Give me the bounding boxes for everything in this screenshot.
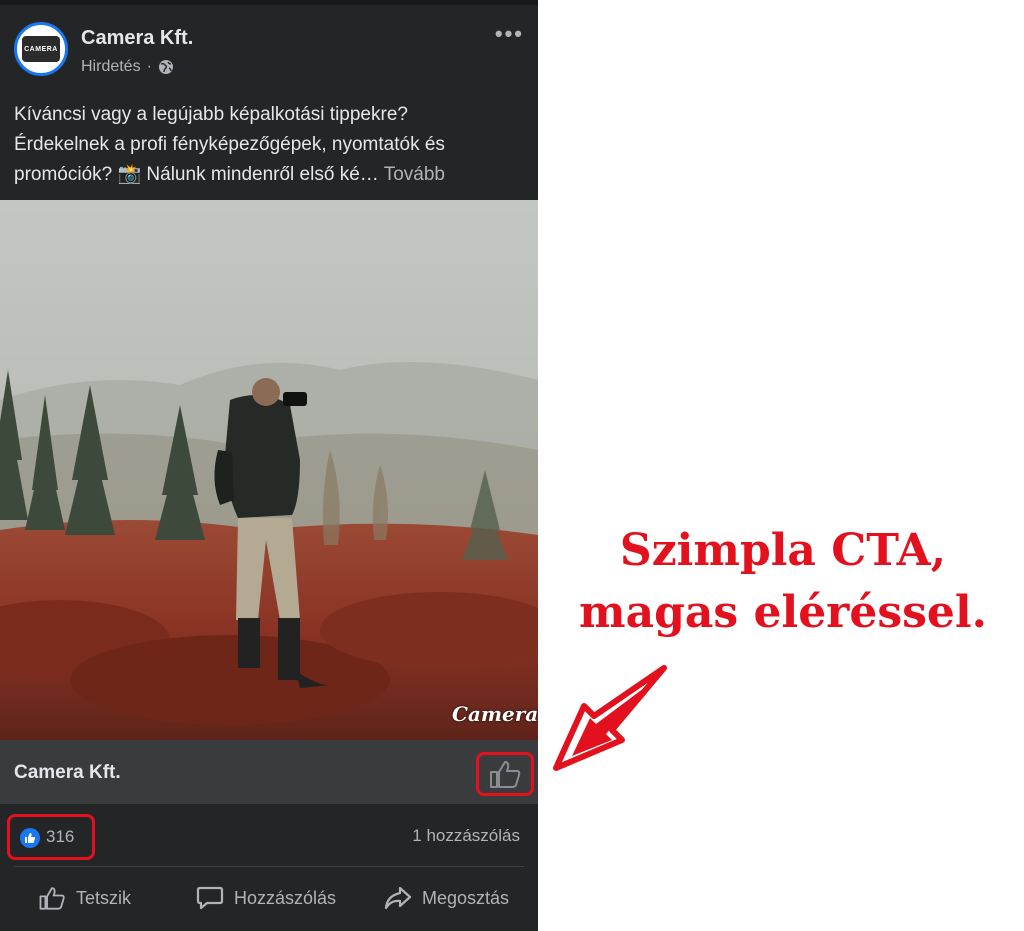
globe-icon — [158, 60, 173, 74]
post-actions-bar: Tetszik Hozzászólás Megosztás — [0, 867, 538, 931]
caption-line-1: Kíváncsi vagy a legújabb képalkotási tip… — [14, 104, 408, 125]
red-arrow-icon — [553, 665, 667, 771]
meta-separator: · — [146, 58, 152, 75]
comment-icon — [196, 886, 224, 910]
photo-watermark: Camera — [452, 702, 538, 726]
ad-photo[interactable]: Camera — [0, 200, 538, 740]
reactions-stats-row: 316 1 hozzászólás — [0, 804, 538, 866]
photographer-in-fog-image — [0, 200, 538, 740]
caption-line-2: Érdekelnek a profi fényképezőgépek, nyom… — [14, 134, 445, 155]
post-caption: Kíváncsi vagy a legújabb képalkotási tip… — [14, 100, 528, 190]
sponsored-label[interactable]: Hirdetés — [81, 58, 141, 76]
share-button[interactable]: Megosztás — [384, 885, 509, 911]
like-page-cta-button[interactable] — [476, 752, 534, 796]
annotation-text: Szimpla CTA, magas eléréssel. — [548, 520, 1018, 644]
page-name[interactable]: Camera Kft. — [81, 27, 193, 50]
post-header: CAMERA Camera Kft. Hirdetés · ••• — [14, 22, 524, 84]
likes-highlight-box[interactable]: 316 — [7, 814, 95, 860]
more-options-icon[interactable]: ••• — [495, 23, 524, 45]
link-preview-bar[interactable]: Camera Kft. — [0, 740, 538, 804]
annotation-line-2: magas eléréssel. — [579, 587, 987, 638]
thumbs-up-icon — [490, 761, 521, 788]
top-bar — [0, 0, 538, 5]
comment-button[interactable]: Hozzászólás — [196, 885, 336, 911]
comment-button-label: Hozzászólás — [234, 887, 337, 908]
camera-logo-icon: CAMERA — [22, 36, 60, 62]
link-title[interactable]: Camera Kft. — [14, 762, 121, 784]
post-meta: Hirdetés · — [81, 58, 174, 76]
comments-count[interactable]: 1 hozzászólás — [412, 826, 520, 846]
page-avatar[interactable]: CAMERA — [14, 22, 68, 76]
caption-line-3: promóciók? 📸 Nálunk mindenről első ké… T… — [14, 160, 528, 190]
like-button-label: Tetszik — [76, 887, 132, 908]
share-icon — [384, 886, 412, 910]
annotation-line-1: Szimpla CTA, — [619, 525, 947, 576]
like-button[interactable]: Tetszik — [38, 885, 131, 911]
thumbs-up-icon — [39, 887, 65, 910]
facebook-ad-post: CAMERA Camera Kft. Hirdetés · ••• Kívánc… — [0, 0, 538, 931]
like-reaction-icon — [20, 828, 40, 848]
share-button-label: Megosztás — [422, 887, 510, 908]
likes-count: 316 — [46, 827, 75, 846]
caption-line-3-text: promóciók? 📸 Nálunk mindenről első ké… — [14, 164, 379, 185]
see-more-link[interactable]: Tovább — [384, 164, 445, 185]
